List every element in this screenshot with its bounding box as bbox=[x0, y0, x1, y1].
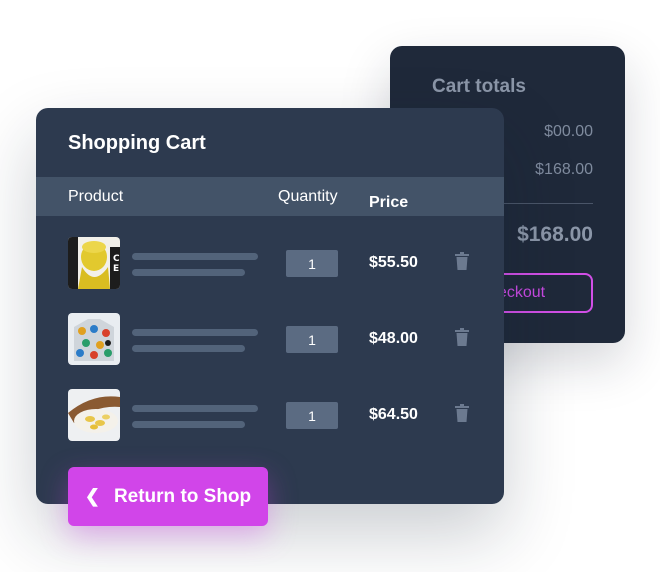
product-thumbnail[interactable] bbox=[68, 389, 120, 441]
return-to-shop-button[interactable]: ❮ Return to Shop bbox=[68, 467, 268, 526]
cart-row: 1 $48.00 bbox=[36, 313, 504, 365]
return-to-shop-label: Return to Shop bbox=[113, 485, 252, 507]
checkout-button-label: eckout bbox=[497, 284, 546, 301]
svg-text:E: E bbox=[113, 264, 119, 274]
cart-row: 1 $64.50 bbox=[36, 389, 504, 441]
chevron-left-icon: ❮ bbox=[84, 486, 100, 506]
item-price: $55.50 bbox=[369, 254, 418, 271]
quantity-input[interactable]: 1 bbox=[286, 326, 338, 353]
quantity-input[interactable]: 1 bbox=[286, 402, 338, 429]
product-desc-placeholder bbox=[132, 269, 245, 276]
product-desc-placeholder bbox=[132, 345, 245, 352]
product-thumbnail[interactable]: C E bbox=[68, 237, 120, 289]
trash-icon[interactable] bbox=[455, 404, 469, 422]
cart-table-header: Product Quantity Price bbox=[36, 177, 504, 216]
trash-icon[interactable] bbox=[455, 252, 469, 270]
svg-text:C: C bbox=[113, 254, 120, 264]
product-name-placeholder bbox=[132, 405, 258, 412]
product-desc-placeholder bbox=[132, 421, 245, 428]
column-quantity: Quantity bbox=[278, 188, 338, 205]
column-price: Price bbox=[369, 194, 409, 211]
item-price: $64.50 bbox=[369, 406, 418, 423]
cart-totals-title: Cart totals bbox=[432, 76, 526, 97]
product-name-placeholder bbox=[132, 253, 258, 260]
item-price: $48.00 bbox=[369, 330, 418, 347]
quantity-input[interactable]: 1 bbox=[286, 250, 338, 277]
totals-divider bbox=[504, 203, 593, 204]
trash-icon[interactable] bbox=[455, 328, 469, 346]
shopping-cart-card: Shopping Cart Product Quantity Price C E bbox=[36, 108, 504, 504]
product-name-placeholder bbox=[132, 329, 258, 336]
cart-title: Shopping Cart bbox=[68, 132, 206, 154]
subtotal-value: $00.00 bbox=[544, 123, 593, 140]
column-product: Product bbox=[68, 188, 124, 205]
product-thumbnail[interactable] bbox=[68, 313, 120, 365]
cart-row: C E 1 $55.50 bbox=[36, 237, 504, 289]
total-value: $168.00 bbox=[517, 223, 593, 246]
stage: Cart totals $00.00 $168.00 $168.00 eckou… bbox=[0, 0, 660, 572]
shipping-value: $168.00 bbox=[535, 161, 593, 178]
